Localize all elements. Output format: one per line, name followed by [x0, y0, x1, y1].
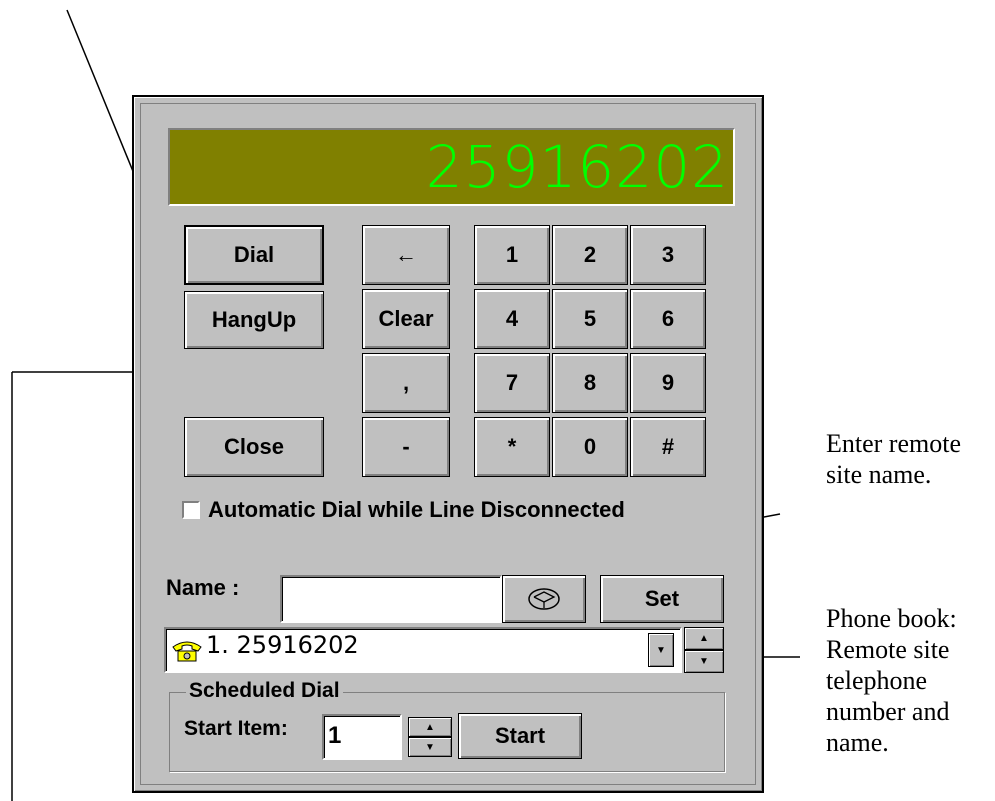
start-button[interactable]: Start: [458, 713, 582, 759]
backspace-arrow-icon: ←: [395, 242, 417, 267]
keypad-button[interactable]: 7: [474, 353, 550, 413]
name-label: Name :: [166, 575, 240, 600]
keypad-button[interactable]: 1: [474, 225, 550, 285]
keypad-button[interactable]: 6: [630, 289, 706, 349]
comma-button[interactable]: ,: [362, 353, 450, 413]
chevron-up-icon: ▲: [699, 633, 709, 644]
clear-button[interactable]: Clear: [362, 289, 450, 349]
backspace-button[interactable]: ←: [362, 225, 450, 285]
chevron-up-icon: ▲: [425, 721, 435, 733]
start-item-down[interactable]: ▼: [408, 737, 452, 757]
start-item-input[interactable]: 1: [322, 714, 402, 760]
phone-icon: [172, 641, 202, 662]
keypad-button[interactable]: 3: [630, 225, 706, 285]
chevron-down-icon: ▼: [425, 741, 435, 753]
annotation-phone-book: Phone book: Remote site telephone number…: [826, 604, 957, 757]
start-item-up[interactable]: ▲: [408, 717, 452, 737]
annotation-enter-name: Enter remote site name.: [826, 429, 961, 489]
keypad-button[interactable]: 8: [552, 353, 628, 413]
dialer-panel: 25916202 Dial HangUp Close ← Clear , - A…: [132, 95, 764, 793]
phonebook-lookup-button[interactable]: [502, 575, 586, 623]
scheduled-dial-title: Scheduled Dial: [186, 679, 343, 703]
keypad-button[interactable]: 0: [552, 417, 628, 477]
phonebook-combo[interactable]: 1. 25916202 ▼: [164, 627, 682, 673]
auto-dial-checkbox[interactable]: [182, 501, 200, 519]
auto-dial-label: Automatic Dial while Line Disconnected: [208, 497, 625, 522]
box-icon: [528, 588, 560, 610]
combo-dropdown-button[interactable]: ▼: [648, 633, 674, 667]
hangup-button[interactable]: HangUp: [184, 291, 324, 349]
keypad-button[interactable]: *: [474, 417, 550, 477]
phonebook-scroll-up[interactable]: ▲: [684, 627, 724, 650]
keypad-button[interactable]: 9: [630, 353, 706, 413]
start-item-label: Start Item:: [184, 717, 288, 740]
dash-button[interactable]: -: [362, 417, 450, 477]
set-button[interactable]: Set: [600, 575, 724, 623]
keypad-button[interactable]: 5: [552, 289, 628, 349]
name-input[interactable]: [280, 575, 502, 623]
dial-button[interactable]: Dial: [184, 225, 324, 285]
keypad-button[interactable]: 4: [474, 289, 550, 349]
phonebook-selected-entry: 1. 25916202: [206, 631, 359, 659]
chevron-down-icon: ▼: [699, 656, 709, 667]
number-display: 25916202: [168, 128, 735, 206]
keypad-button[interactable]: #: [630, 417, 706, 477]
chevron-down-icon: ▼: [656, 644, 666, 656]
phonebook-scroll-down[interactable]: ▼: [684, 650, 724, 673]
close-button[interactable]: Close: [184, 417, 324, 477]
keypad-button[interactable]: 2: [552, 225, 628, 285]
